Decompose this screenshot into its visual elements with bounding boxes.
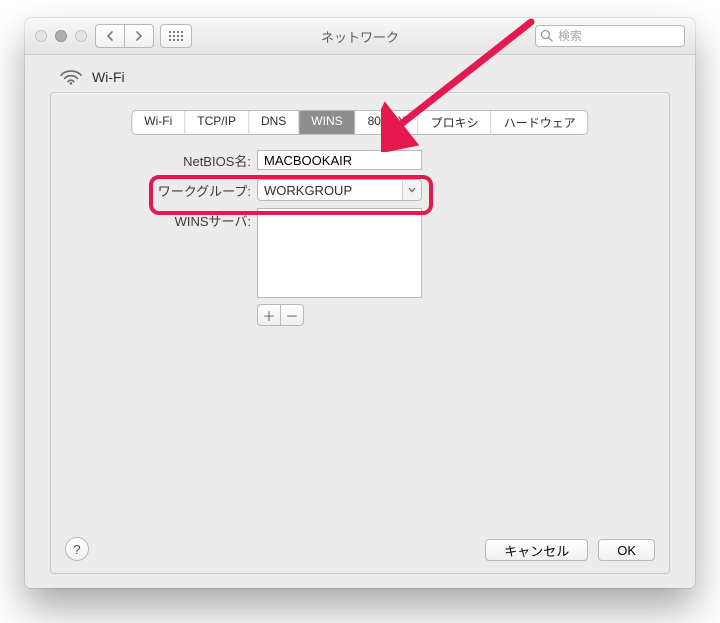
help-button[interactable]: ?: [65, 537, 89, 561]
grid-icon: [169, 31, 183, 41]
zoom-window-button[interactable]: [75, 30, 87, 42]
nav-group: [95, 24, 154, 48]
tab--[interactable]: プロキシ: [419, 111, 492, 134]
close-window-button[interactable]: [35, 30, 47, 42]
traffic-lights: [35, 30, 87, 42]
show-all-button[interactable]: [160, 24, 192, 48]
add-remove-group: ＋ －: [257, 304, 639, 326]
netbios-label: NetBIOS名:: [81, 151, 257, 170]
interface-label: Wi-Fi: [92, 69, 125, 85]
wins-servers-listbox[interactable]: [257, 208, 422, 298]
workgroup-value: WORKGROUP: [264, 183, 352, 198]
tabs: Wi-FiTCP/IPDNSWINS802.1Xプロキシハードウェア: [132, 111, 587, 134]
tab-wins[interactable]: WINS: [299, 111, 355, 134]
netbios-input[interactable]: [257, 150, 422, 170]
chevron-left-icon: [106, 31, 114, 41]
tab-dns[interactable]: DNS: [249, 111, 299, 134]
workgroup-combobox[interactable]: WORKGROUP: [257, 179, 422, 201]
back-button[interactable]: [95, 24, 124, 48]
tab--[interactable]: ハードウェア: [492, 111, 588, 134]
sheet-buttons: キャンセル OK: [485, 539, 655, 561]
netbios-row: NetBIOS名:: [81, 148, 639, 172]
wifi-icon: [60, 68, 82, 86]
wins-form: NetBIOS名: ワークグループ: WORKGROUP WINSサーバ:: [51, 148, 669, 513]
search-input[interactable]: [535, 25, 685, 47]
forward-button[interactable]: [124, 24, 154, 48]
wins-servers-row: WINSサーバ:: [81, 208, 639, 298]
ok-button[interactable]: OK: [598, 539, 655, 561]
remove-server-button[interactable]: －: [280, 304, 304, 326]
wins-servers-label: WINSサーバ:: [81, 208, 257, 230]
add-server-button[interactable]: ＋: [257, 304, 280, 326]
chevron-right-icon: [135, 31, 143, 41]
minimize-window-button[interactable]: [55, 30, 67, 42]
titlebar: ネットワーク: [25, 18, 695, 55]
tab-wi-fi[interactable]: Wi-Fi: [132, 111, 185, 134]
settings-sheet: Wi-FiTCP/IPDNSWINS802.1Xプロキシハードウェア NetBI…: [50, 92, 670, 574]
workgroup-label: ワークグループ:: [81, 181, 257, 200]
interface-header: Wi-Fi: [60, 68, 125, 86]
workgroup-row: ワークグループ: WORKGROUP: [81, 178, 639, 202]
chevron-down-icon: [402, 180, 421, 200]
tab-tcp-ip[interactable]: TCP/IP: [185, 111, 249, 134]
preferences-window: ネットワーク Wi-Fi Wi-FiTCP/IPDNSWINS802.1Xプロキ…: [25, 18, 695, 588]
tab-802-1x[interactable]: 802.1X: [356, 111, 419, 134]
cancel-button[interactable]: キャンセル: [485, 539, 588, 561]
search-field-wrap: [535, 25, 685, 47]
